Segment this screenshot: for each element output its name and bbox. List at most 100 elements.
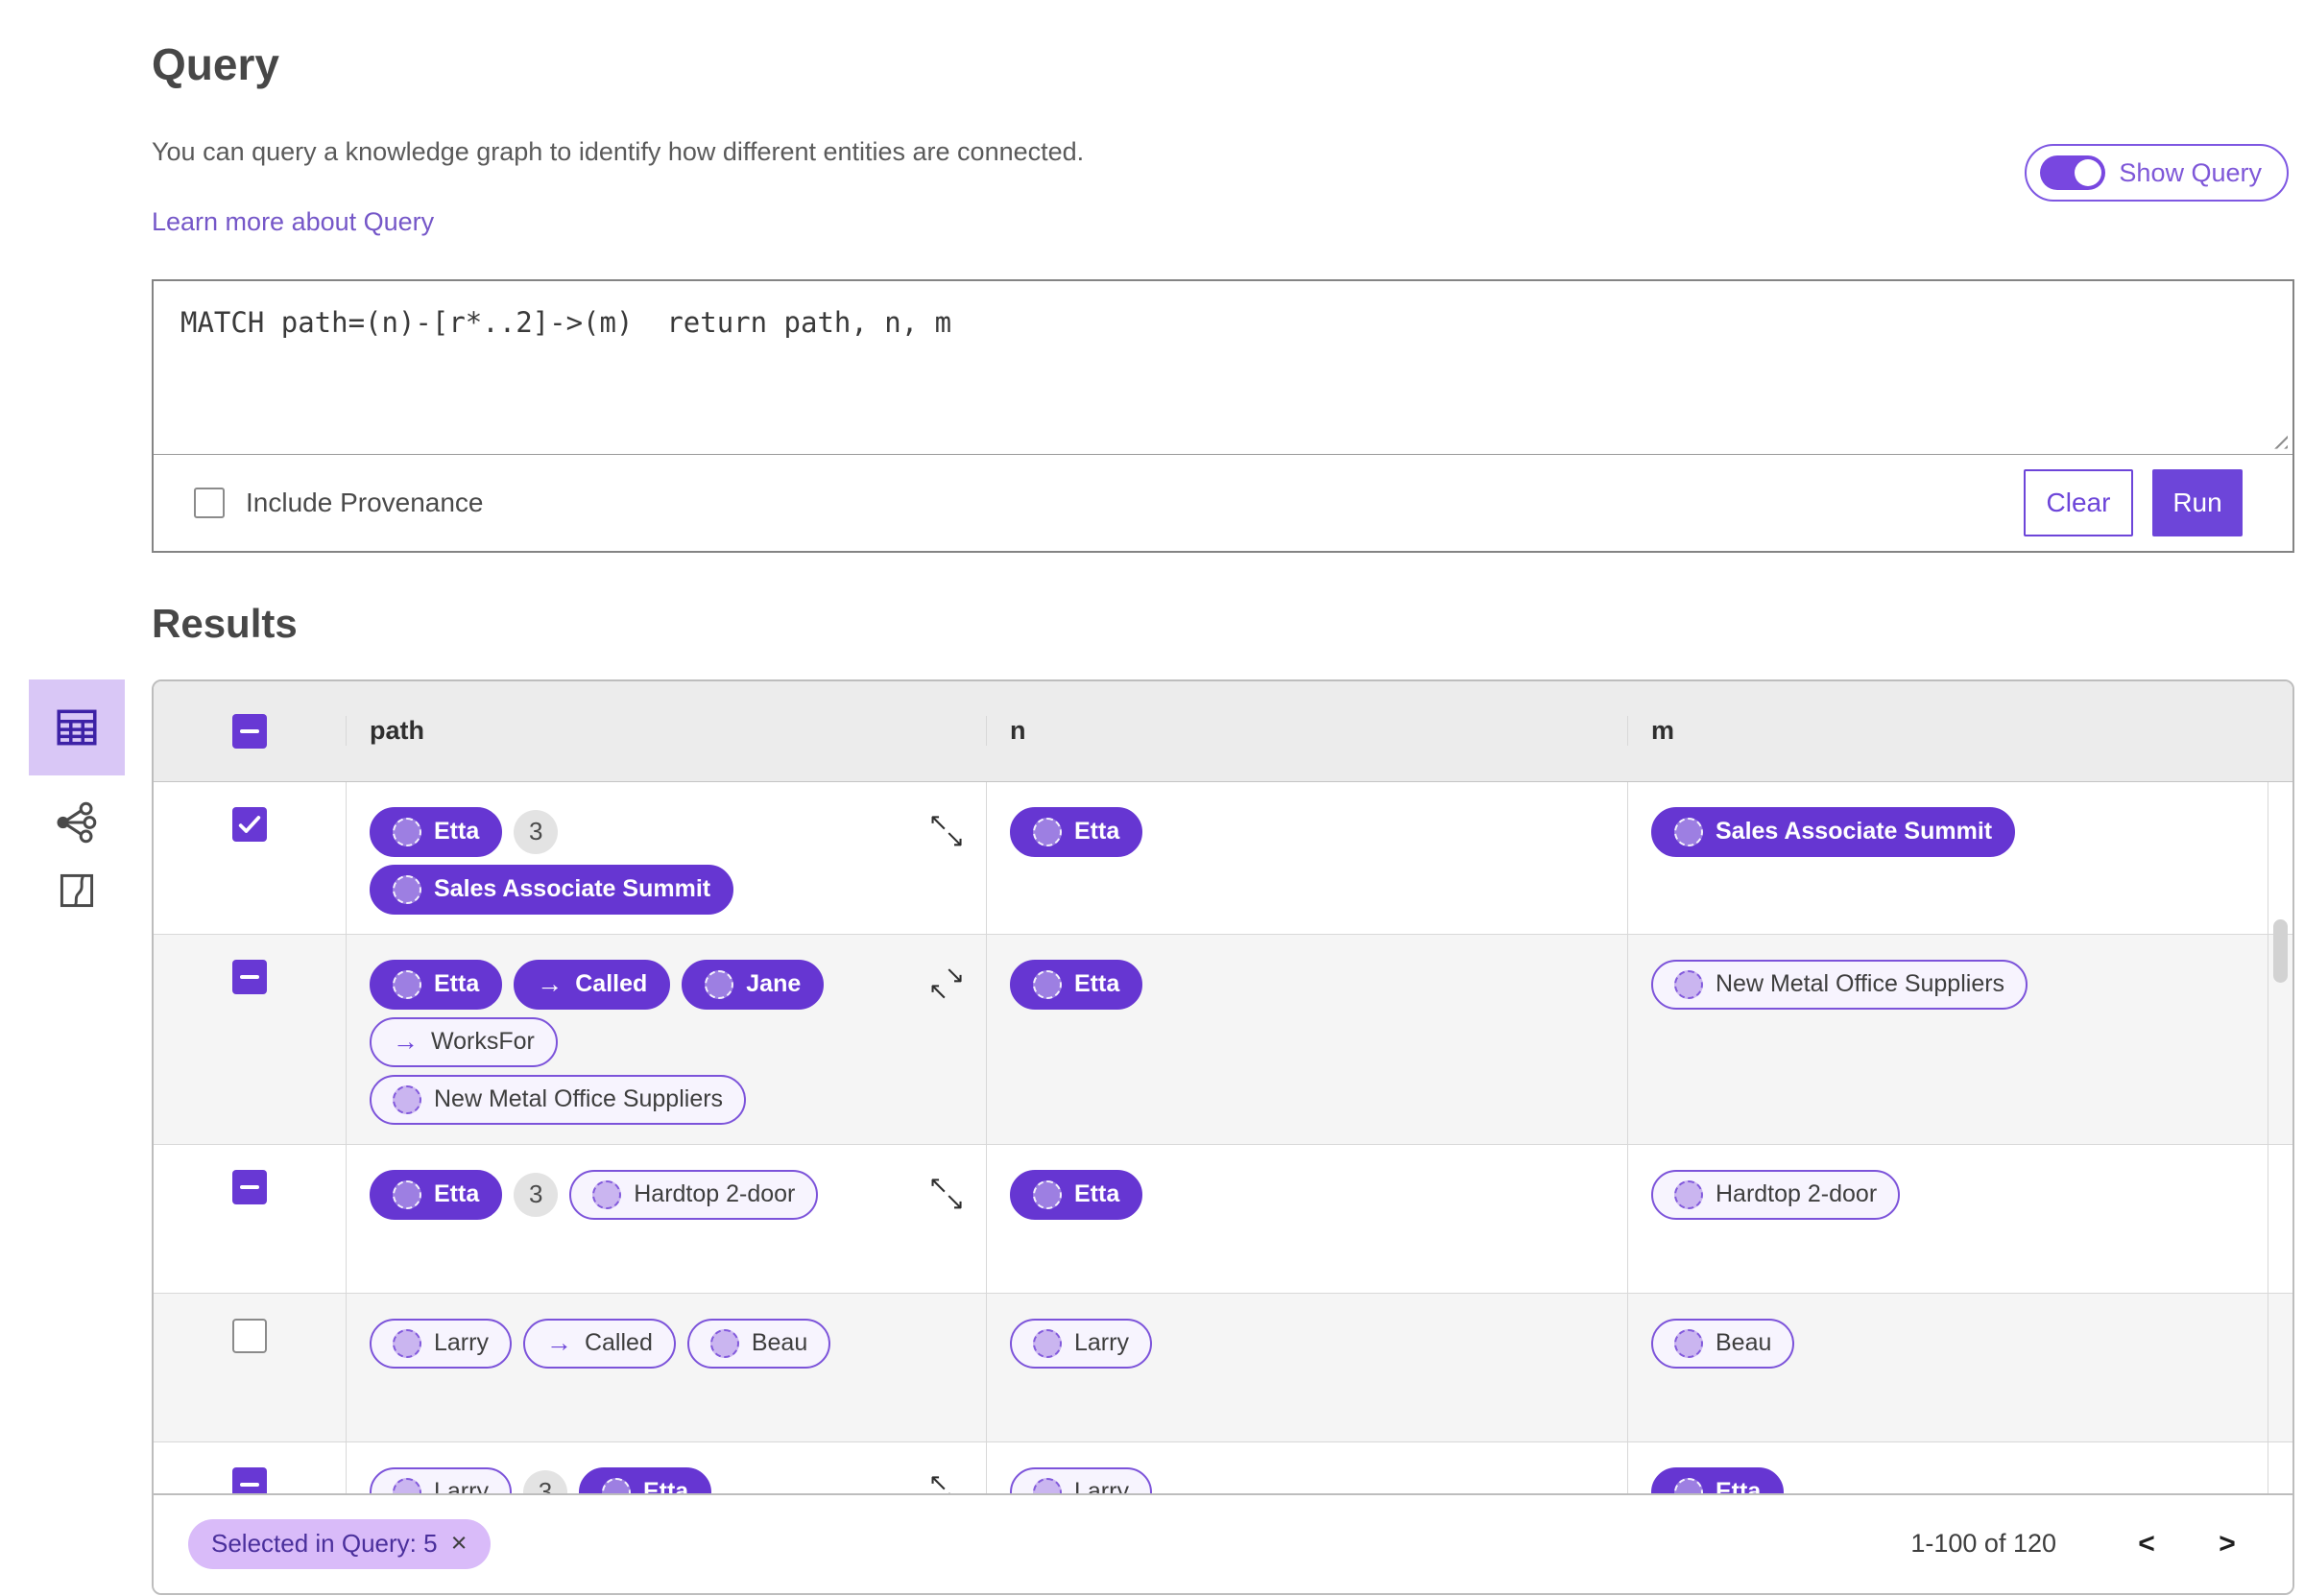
pill-line: New Metal Office Suppliers [1651, 959, 2028, 1010]
learn-more-link[interactable]: Learn more about Query [152, 207, 434, 237]
cell-content: Etta 3 Sales Associate Summit [347, 782, 986, 934]
results-heading: Results [152, 600, 298, 646]
next-page-button[interactable]: > [2206, 1528, 2248, 1560]
cell-content: Etta [987, 782, 1627, 930]
edge-pill[interactable]: → Called [514, 959, 671, 1010]
node-circle-icon [1033, 1477, 1062, 1493]
pagination: 1-100 of 120 < > [1910, 1528, 2248, 1560]
node-pill[interactable]: Larry [370, 1466, 512, 1493]
expand-icon[interactable]: ↖↘ [928, 1173, 965, 1213]
node-pill[interactable]: Etta [370, 806, 503, 857]
pill-label: Called [575, 970, 648, 998]
node-circle-icon [592, 1179, 622, 1209]
node-pill[interactable]: New Metal Office Suppliers [370, 1074, 747, 1125]
page-description: You can query a knowledge graph to ident… [152, 136, 1085, 166]
select-all-checkbox[interactable] [232, 713, 267, 749]
node-pill[interactable]: Sales Associate Summit [370, 864, 734, 915]
node-pill[interactable]: Hardtop 2-door [1651, 1169, 1901, 1220]
cell-path: Larry → Called Beau [346, 1293, 986, 1441]
cell-n: Etta [986, 781, 1627, 934]
cell-m: Beau [1627, 1293, 2268, 1441]
collapse-icon[interactable]: ↘ ↖ [928, 963, 965, 1003]
pill-line: Etta [1010, 806, 1143, 857]
run-button[interactable]: Run [2152, 468, 2243, 536]
cell-path: Etta 3 Hardtop 2-door ↖ ↘ [346, 1144, 986, 1293]
page-title: Query [152, 39, 279, 89]
results-footer: Selected in Query: 5 × 1-100 of 120 < > [154, 1492, 2292, 1593]
cell-content: Hardtop 2-door [1628, 1145, 2268, 1293]
row-select-cell [154, 1442, 346, 1493]
node-pill[interactable]: Etta [1010, 806, 1143, 857]
map-view-button[interactable] [29, 869, 125, 912]
cell-content: Larry [987, 1442, 1627, 1493]
cell-content: Larry → Called Beau [347, 1294, 986, 1441]
resize-handle-icon[interactable] [2271, 432, 2288, 449]
include-provenance-checkbox[interactable]: Include Provenance [194, 487, 484, 518]
node-pill[interactable]: Etta [1010, 1169, 1143, 1220]
table-view-button[interactable] [29, 679, 125, 775]
node-pill[interactable]: Jane [682, 959, 825, 1010]
node-circle-icon [1674, 817, 1703, 846]
table-view-icon [57, 709, 97, 746]
pill-line: Larry 3 Etta [370, 1466, 712, 1493]
node-pill[interactable]: Etta [578, 1466, 712, 1493]
pill-label: Sales Associate Summit [434, 875, 711, 903]
expand-icon[interactable]: ↖↘ [928, 810, 965, 850]
pill-label: Hardtop 2-door [634, 1180, 796, 1208]
graph-view-button[interactable] [29, 800, 125, 845]
query-textarea[interactable]: MATCH path=(n)-[r*..2]->(m) return path,… [154, 281, 2292, 455]
edge-pill[interactable]: → WorksFor [370, 1016, 558, 1067]
count-badge: 3 [522, 1469, 567, 1493]
node-pill[interactable]: New Metal Office Suppliers [1651, 959, 2028, 1010]
cell-path: Etta 3 Sales Associate Summit ↖ ↘ [346, 781, 986, 934]
row-checkbox[interactable] [232, 1169, 267, 1204]
row-checkbox[interactable] [232, 1466, 267, 1493]
count-badge: 3 [514, 809, 559, 854]
node-pill[interactable]: Sales Associate Summit [1651, 806, 2016, 857]
node-pill[interactable]: Etta [1010, 959, 1143, 1010]
pill-line: Sales Associate Summit [1651, 806, 2016, 857]
edge-pill[interactable]: → Called [522, 1318, 676, 1369]
query-text[interactable]: MATCH path=(n)-[r*..2]->(m) return path,… [154, 281, 2292, 364]
node-pill[interactable]: Beau [686, 1318, 831, 1369]
row-checkbox[interactable] [232, 1318, 267, 1353]
node-pill[interactable]: Beau [1651, 1318, 1795, 1369]
node-circle-icon [1033, 969, 1062, 999]
results-panel: path n m Etta 3 Sales Associate Summit ↖ ↘ Et… [152, 679, 2294, 1595]
expand-icon[interactable]: ↖↘ [928, 1470, 965, 1493]
row-checkbox[interactable] [232, 959, 267, 994]
selected-in-query-chip[interactable]: Selected in Query: 5 × [188, 1518, 491, 1569]
column-header-m: m [1627, 716, 2268, 747]
node-circle-icon [393, 817, 421, 846]
query-footer: Include Provenance Clear Run [154, 455, 2292, 551]
toggle-knob[interactable] [2075, 159, 2102, 186]
node-circle-icon [601, 1477, 631, 1493]
checkbox-icon[interactable] [194, 487, 225, 518]
node-circle-icon [393, 1328, 421, 1358]
node-pill[interactable]: Larry [1010, 1318, 1152, 1369]
node-pill[interactable]: Larry [1010, 1466, 1152, 1493]
pill-label: New Metal Office Suppliers [1716, 970, 2005, 998]
node-circle-icon [393, 874, 421, 904]
cell-n: Etta [986, 934, 1627, 1144]
prev-page-button[interactable]: < [2125, 1528, 2168, 1560]
node-pill[interactable]: Etta [1651, 1466, 1785, 1493]
chip-close-icon[interactable]: × [451, 1528, 468, 1560]
query-editor-panel: MATCH path=(n)-[r*..2]->(m) return path,… [152, 278, 2294, 553]
node-pill[interactable]: Hardtop 2-door [569, 1169, 819, 1220]
show-query-toggle[interactable]: Show Query [2025, 144, 2289, 202]
clear-button[interactable]: Clear [2024, 468, 2133, 536]
scrollbar-thumb[interactable] [2273, 918, 2288, 983]
pill-label: Sales Associate Summit [1716, 818, 1993, 846]
toggle-switch-icon[interactable] [2040, 155, 2106, 190]
node-pill[interactable]: Larry [370, 1318, 512, 1369]
row-checkbox[interactable] [232, 806, 267, 842]
pill-label: New Metal Office Suppliers [434, 1085, 724, 1113]
node-pill[interactable]: Etta [370, 1169, 503, 1220]
cell-content: New Metal Office Suppliers [1628, 935, 2268, 1083]
node-circle-icon [709, 1328, 739, 1358]
pill-line: Larry [1010, 1318, 1152, 1369]
node-pill[interactable]: Etta [370, 959, 503, 1010]
pill-label: Larry [434, 1478, 489, 1493]
column-header-path: path [346, 716, 986, 747]
